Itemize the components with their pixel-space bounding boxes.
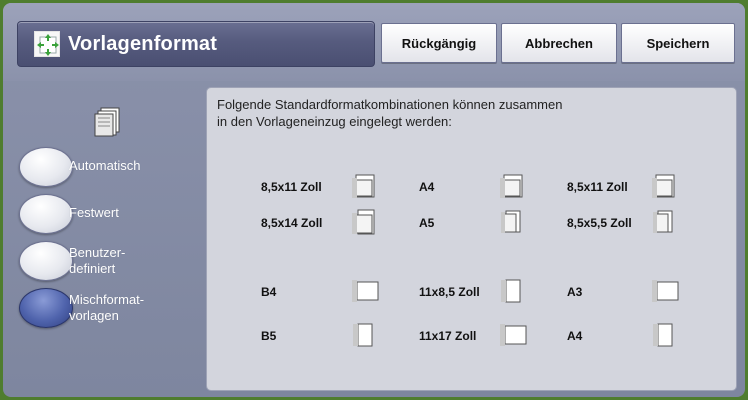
description-line: in den Vorlageneinzug eingelegt werden: bbox=[217, 114, 452, 129]
title-bar: Vorlagenformat bbox=[17, 21, 375, 67]
portrait-stack-icon bbox=[650, 208, 678, 236]
landscape-page-icon bbox=[650, 277, 679, 305]
landscape-page-icon bbox=[350, 277, 379, 305]
description-line: Folgende Standardformatkombinationen kön… bbox=[217, 97, 563, 112]
save-button[interactable]: Speichern bbox=[621, 23, 735, 63]
size-label: A4 bbox=[567, 329, 583, 343]
size-label: 8,5x11 Zoll bbox=[567, 180, 628, 194]
size-label: A4 bbox=[419, 180, 435, 194]
landscape-stack-icon bbox=[498, 172, 526, 200]
size-label: 8,5x5,5 Zoll bbox=[567, 216, 632, 230]
page-title: Vorlagenformat bbox=[68, 32, 218, 55]
size-label: 8,5x11 Zoll bbox=[261, 180, 322, 194]
landscape-page-icon bbox=[498, 321, 527, 349]
size-label: 11x8,5 Zoll bbox=[419, 285, 480, 299]
radio-mischformat[interactable] bbox=[19, 288, 73, 328]
option-label-mischformat: Mischformat- vorlagen bbox=[69, 292, 145, 323]
portrait-stack-icon bbox=[350, 208, 378, 236]
panel-description: Folgende Standardformatkombinationen kön… bbox=[217, 96, 717, 130]
size-label: 11x17 Zoll bbox=[419, 329, 477, 343]
radio-automatisch[interactable] bbox=[19, 147, 73, 187]
mixed-size-panel: Folgende Standardformatkombinationen kön… bbox=[206, 87, 737, 391]
portrait-stack-icon bbox=[498, 208, 526, 236]
app-window: Vorlagenformat Rückgängig Abbrechen Spei… bbox=[3, 3, 745, 397]
portrait-page-icon bbox=[350, 321, 378, 349]
radio-festwert[interactable] bbox=[19, 194, 73, 234]
radio-benutzerdefiniert[interactable] bbox=[19, 241, 73, 281]
size-label: 8,5x14 Zoll bbox=[261, 216, 323, 230]
size-label: B5 bbox=[261, 329, 277, 343]
header: Vorlagenformat Rückgängig Abbrechen Spei… bbox=[3, 3, 745, 81]
landscape-stack-icon bbox=[350, 172, 378, 200]
original-size-icon bbox=[34, 31, 60, 57]
size-label: A3 bbox=[567, 285, 583, 299]
size-label: A5 bbox=[419, 216, 435, 230]
option-label-festwert: Festwert bbox=[69, 205, 119, 220]
document-stack-icon bbox=[87, 104, 127, 138]
undo-button[interactable]: Rückgängig bbox=[381, 23, 497, 63]
size-label: B4 bbox=[261, 285, 277, 299]
option-label-benutzerdefiniert: Benutzer- definiert bbox=[69, 245, 126, 276]
portrait-page-icon bbox=[498, 277, 526, 305]
option-label-automatisch: Automatisch bbox=[69, 158, 141, 173]
landscape-stack-icon bbox=[650, 172, 678, 200]
cancel-button[interactable]: Abbrechen bbox=[501, 23, 617, 63]
portrait-page-icon bbox=[650, 321, 678, 349]
